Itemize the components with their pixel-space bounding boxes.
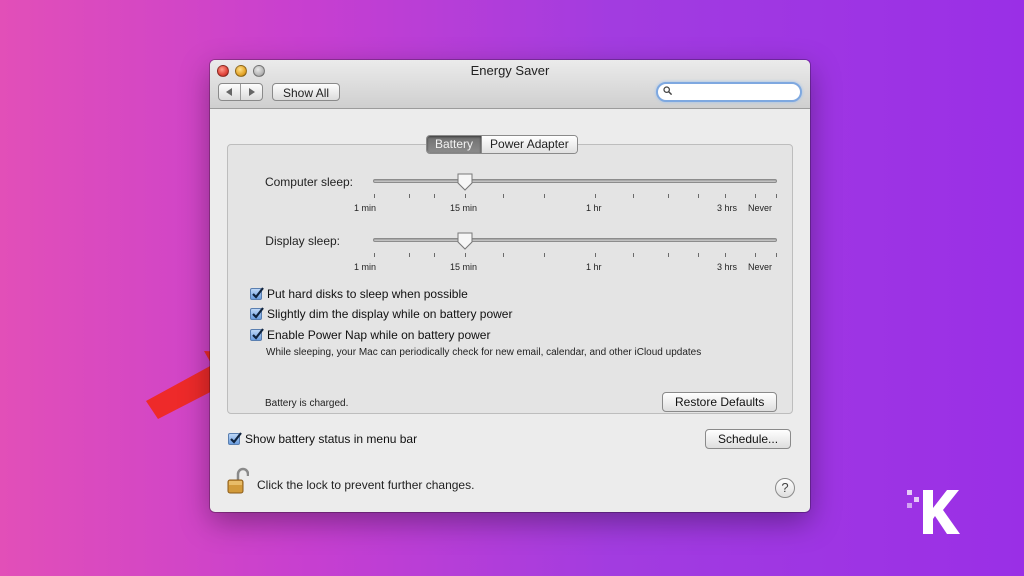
titlebar: Energy Saver Show All [210, 60, 810, 109]
lock-icon[interactable] [227, 467, 249, 495]
search-icon [663, 86, 672, 95]
back-arrow-icon [226, 88, 232, 96]
watermark-logo [907, 490, 960, 534]
computer-sleep-label: Computer sleep: [264, 175, 353, 189]
power-nap-checkbox[interactable] [250, 328, 264, 341]
power-nap-option[interactable]: Enable Power Nap while on battery power [250, 328, 490, 342]
restore-defaults-button[interactable]: Restore Defaults [662, 392, 778, 412]
hard-disk-sleep-label: Put hard disks to sleep when possible [267, 287, 468, 301]
search-input[interactable] [676, 84, 791, 100]
computer-sleep-slider[interactable] [373, 179, 777, 183]
back-button[interactable] [219, 84, 240, 100]
show-battery-status-option[interactable]: Show battery status in menu bar [228, 432, 417, 446]
tab-power-adapter[interactable]: Power Adapter [481, 136, 577, 153]
hard-disk-sleep-checkbox[interactable] [250, 287, 264, 300]
help-button[interactable]: ? [775, 478, 795, 498]
show-all-button[interactable]: Show All [272, 83, 341, 101]
hard-disk-sleep-option[interactable]: Put hard disks to sleep when possible [250, 287, 468, 301]
nav-buttons [218, 83, 263, 101]
settings-panel: Computer sleep: 1 min 15 min 1 hr 3 hrs … [227, 144, 793, 414]
display-sleep-slider[interactable] [373, 238, 777, 242]
show-battery-status-label: Show battery status in menu bar [245, 432, 418, 446]
tick-label-never: Never [748, 262, 773, 272]
show-battery-status-checkbox[interactable] [228, 432, 242, 445]
checkmark-icon [252, 287, 264, 299]
tick-label-1min: 1 min [354, 203, 377, 213]
display-sleep-label: Display sleep: [265, 234, 340, 248]
tick-label-1hr: 1 hr [586, 203, 602, 213]
tick-label-never: Never [748, 203, 773, 213]
dim-display-checkbox[interactable] [250, 307, 264, 320]
power-nap-hint: While sleeping, your Mac can periodicall… [266, 347, 702, 358]
search-field[interactable] [656, 82, 802, 102]
tick-label-1min: 1 min [354, 262, 377, 272]
energy-saver-window: Energy Saver Show All Battery Power Adap… [210, 60, 810, 512]
checkmark-icon [252, 328, 264, 340]
lock-hint-text: Click the lock to prevent further change… [257, 478, 475, 492]
tick-label-15min: 15 min [450, 262, 478, 272]
checkmark-icon [230, 432, 242, 444]
checkmark-icon [252, 307, 264, 319]
display-sleep-slider-thumb[interactable] [457, 232, 473, 250]
schedule-button[interactable]: Schedule... [705, 429, 792, 449]
forward-button[interactable] [240, 84, 262, 100]
battery-status-text: Battery is charged. [265, 398, 349, 409]
tick-label-3hrs: 3 hrs [717, 262, 738, 272]
window-title: Energy Saver [470, 63, 550, 78]
dim-display-option[interactable]: Slightly dim the display while on batter… [250, 307, 512, 321]
tick-label-15min: 15 min [450, 203, 478, 213]
power-nap-label: Enable Power Nap while on battery power [267, 328, 491, 342]
forward-arrow-icon [249, 88, 255, 96]
tick-label-3hrs: 3 hrs [717, 203, 738, 213]
tab-selector: Battery Power Adapter [426, 135, 578, 154]
tick-label-1hr: 1 hr [586, 262, 602, 272]
dim-display-label: Slightly dim the display while on batter… [267, 307, 513, 321]
tab-battery[interactable]: Battery [427, 136, 482, 153]
computer-sleep-slider-thumb[interactable] [457, 173, 473, 191]
